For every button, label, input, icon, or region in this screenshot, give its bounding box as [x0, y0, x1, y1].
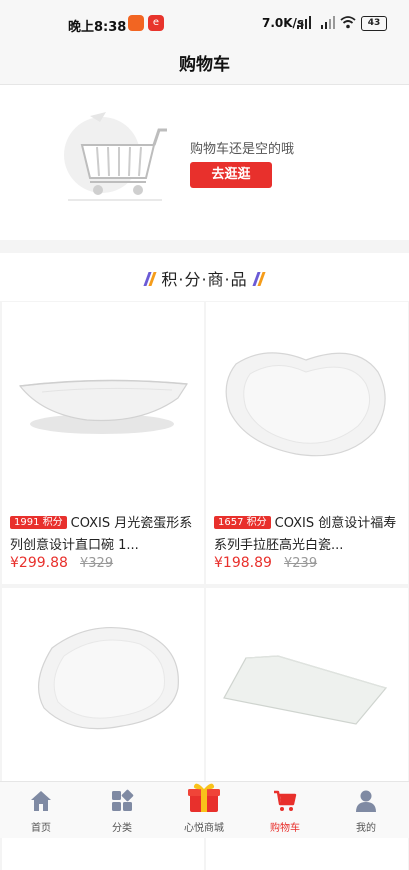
app-e-icon: e [148, 15, 164, 31]
nav-label: 分类 [112, 823, 132, 834]
empty-cart-panel: 购物车还是空的哦 去逛逛 [0, 85, 409, 240]
status-time: 晚上8:38 [68, 20, 127, 35]
nav-label: 心悦商城 [184, 823, 224, 834]
product-image [223, 655, 388, 725]
product-card[interactable]: 1991 积分 COXIS 月光瓷蛋形系列创意设计直口碗 1... ¥299.88… [2, 302, 204, 584]
nav-label: 购物车 [270, 823, 300, 834]
product-name[interactable]: 1657 积分 COXIS 创意设计福寿系列手拉胚高光白瓷... [214, 512, 400, 556]
product-image [18, 379, 189, 434]
product-price: ¥198.89 [214, 555, 272, 571]
points-badge: 1991 积分 [10, 516, 67, 529]
product-name[interactable]: 1991 积分 COXIS 月光瓷蛋形系列创意设计直口碗 1... [10, 512, 196, 556]
nav-item-profile[interactable]: 我的 [326, 782, 406, 838]
page-header: 购物车 [0, 40, 409, 85]
gift-icon [188, 783, 220, 812]
home-icon [31, 791, 51, 811]
bottom-navigation: 首页 分类 心悦商城 购物车 我的 [0, 781, 409, 838]
cart-icon [274, 790, 297, 811]
product-original-price: ¥329 [80, 556, 114, 571]
wifi-icon [340, 16, 356, 29]
signal-icon [297, 16, 311, 29]
nav-item-mall[interactable]: 心悦商城 [164, 782, 244, 838]
signal-icon-2 [321, 16, 335, 29]
product-price: ¥299.88 [10, 555, 68, 571]
product-card[interactable]: 1657 积分 COXIS 创意设计福寿系列手拉胚高光白瓷... ¥198.89 … [206, 302, 408, 584]
battery-icon: 43 [361, 16, 387, 31]
nav-item-cart[interactable]: 购物车 [245, 782, 325, 838]
page-title: 购物车 [179, 55, 230, 75]
category-icon [112, 789, 134, 811]
product-image [225, 352, 386, 457]
nav-label: 我的 [356, 823, 376, 834]
points-products-header: 积·分·商·品 [0, 253, 409, 301]
product-original-price: ¥239 [284, 556, 318, 571]
nav-item-home[interactable]: 首页 [1, 782, 81, 838]
empty-cart-message: 购物车还是空的哦 [190, 142, 295, 157]
go-shopping-button[interactable]: 去逛逛 [190, 162, 272, 188]
empty-cart-illustration [64, 112, 167, 201]
user-icon [356, 790, 376, 812]
nav-item-category[interactable]: 分类 [82, 782, 162, 838]
app-notification-icon [128, 15, 144, 31]
points-badge: 1657 积分 [214, 516, 271, 529]
nav-label: 首页 [31, 823, 51, 834]
section-title: 积·分·商·品 [161, 270, 248, 289]
product-image [38, 626, 179, 730]
